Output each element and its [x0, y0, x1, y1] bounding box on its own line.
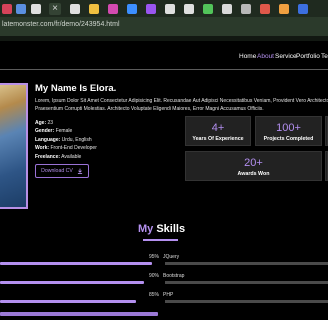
browser-tab-7[interactable] [108, 4, 118, 14]
browser-tab-2[interactable] [16, 4, 26, 14]
toolbar-divider [0, 36, 328, 41]
stat-card-experience: 4+ Years Of Experience [185, 116, 251, 146]
browser-tab-1[interactable] [2, 4, 12, 14]
nav-divider [0, 69, 328, 70]
download-cv-button[interactable]: Download CV [35, 164, 89, 178]
browser-tab-11[interactable] [184, 4, 194, 14]
tab-close-icon[interactable]: × [49, 3, 61, 15]
skill-bar-jquery [0, 262, 152, 265]
hero-description: Lorem, Ipsum Dolor Sit Amet Consectetur … [35, 98, 328, 112]
stat-number: 100+ [276, 122, 301, 134]
browser-tab-16[interactable] [279, 4, 289, 14]
download-icon [77, 168, 82, 174]
browser-tab-13[interactable] [222, 4, 232, 14]
hero-title: My Name Is Elora. [35, 83, 117, 94]
skill-track [165, 262, 328, 265]
browser-tab-14[interactable] [241, 4, 251, 14]
skills-heading: My Skills [138, 223, 186, 235]
url-text: latemonster.com/fr/demo/243954.html [2, 21, 120, 28]
browser-tab-17[interactable] [298, 4, 308, 14]
skill-percent: 90% [148, 273, 159, 279]
stat-label: Projects Completed [263, 136, 314, 142]
skill-bar-next [0, 312, 158, 316]
skill-bar-php [0, 300, 136, 303]
stat-card-awards: 20+ Awards Won [185, 151, 322, 181]
skill-track [165, 300, 328, 303]
skills-heading-underline [143, 239, 178, 241]
browser-tab-10[interactable] [165, 4, 175, 14]
profile-photo [0, 83, 28, 209]
stat-card-projects: 100+ Projects Completed [255, 116, 322, 146]
nav-home[interactable]: Home [239, 53, 256, 60]
nav-service[interactable]: Service [275, 53, 297, 60]
info-work: Work: Front-End Developer [35, 145, 97, 151]
browser-tab-3[interactable] [31, 4, 41, 14]
info-age: Age: 23 [35, 120, 54, 126]
stat-number: 20+ [244, 157, 263, 169]
skill-name: Bootstrap [163, 273, 185, 279]
nav-testimonials[interactable]: Te [321, 53, 328, 60]
nav-about[interactable]: About [257, 53, 274, 60]
skill-name: JQuery [163, 254, 180, 260]
info-freelance: Freelance: Available [35, 154, 82, 160]
site-nav: Home About Service Portfolio Te [0, 50, 328, 66]
stat-label: Years Of Experience [192, 136, 244, 142]
nav-portfolio[interactable]: Portfolio [296, 53, 320, 60]
browser-tab-15[interactable] [260, 4, 270, 14]
browser-tab-12[interactable] [203, 4, 213, 14]
browser-tab-9[interactable] [146, 4, 156, 14]
skill-percent: 85% [148, 292, 159, 298]
skill-percent: 95% [148, 254, 159, 260]
skill-name: PHP [163, 292, 174, 298]
download-cv-label: Download CV [41, 168, 73, 174]
skill-track [165, 281, 328, 284]
skill-bar-bootstrap [0, 281, 144, 284]
address-bar[interactable]: latemonster.com/fr/demo/243954.html [0, 17, 328, 36]
browser-tab-5[interactable] [70, 4, 80, 14]
stat-number: 4+ [211, 122, 225, 134]
browser-tab-6[interactable] [89, 4, 99, 14]
browser-tab-8[interactable] [127, 4, 137, 14]
info-language: Language: Urdu, English [35, 137, 92, 143]
stat-label: Awards Won [237, 171, 270, 177]
info-gender: Gender: Female [35, 128, 73, 134]
